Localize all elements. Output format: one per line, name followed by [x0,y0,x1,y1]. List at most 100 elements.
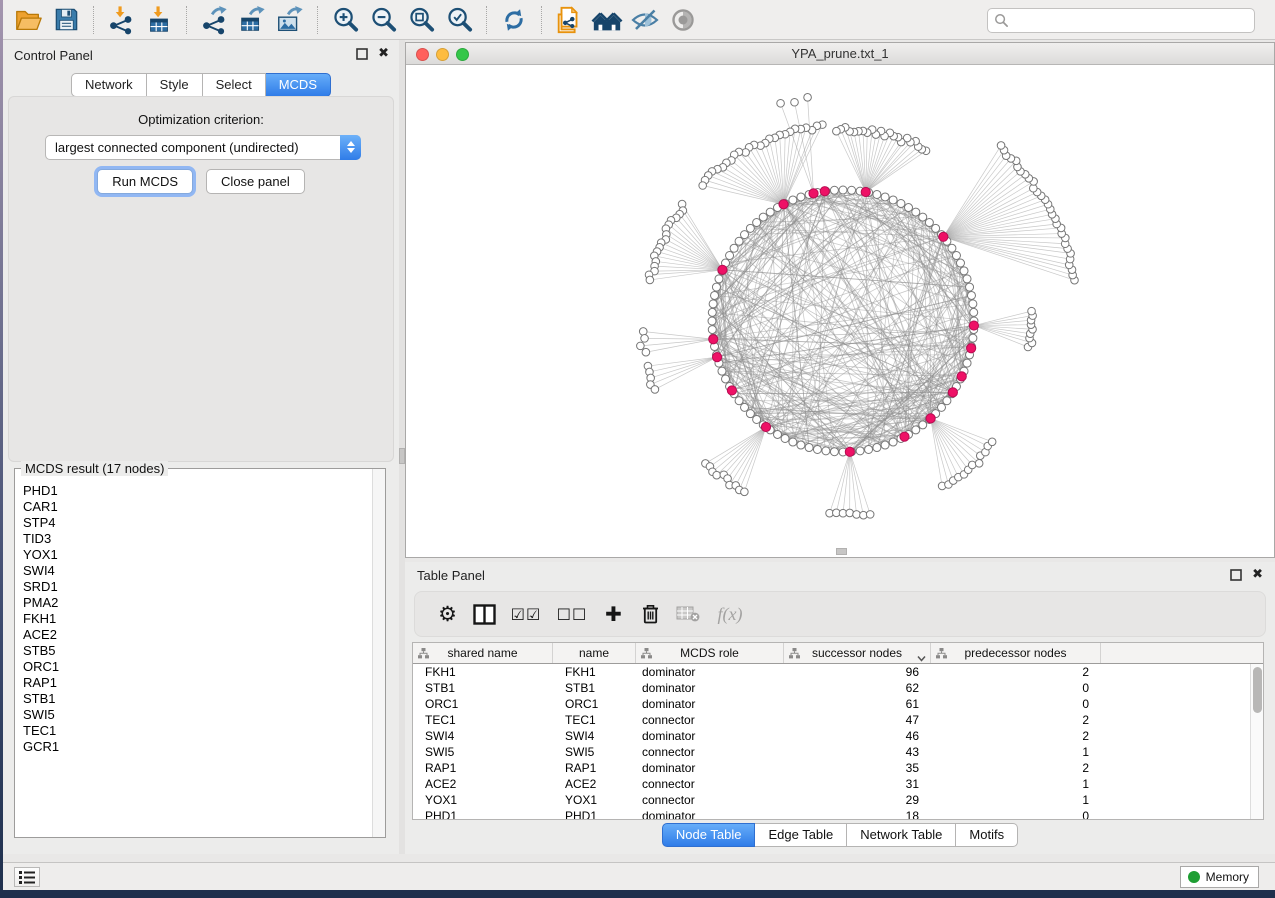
zoom-out-icon[interactable] [364,3,402,37]
mcds-result-item[interactable]: SRD1 [23,579,372,595]
column-header-MCDS-role[interactable]: MCDS role [636,643,784,663]
zoom-in-icon[interactable] [326,3,364,37]
cell-mcds_role: dominator [636,808,784,819]
delete-table-icon[interactable] [669,595,706,633]
sort-chevron-icon [917,651,924,658]
table-row-YOX1[interactable]: YOX1YOX1connector291 [413,792,1250,808]
column-header-predecessor-nodes[interactable]: predecessor nodes [931,643,1101,663]
network-canvas[interactable] [406,65,1274,557]
mcds-result-item[interactable]: CAR1 [23,499,372,515]
cell-successor_nodes: 29 [784,792,931,808]
table-row-SWI5[interactable]: SWI5SWI5connector431 [413,744,1250,760]
mcds-result-item[interactable]: PHD1 [23,483,372,499]
table-scrollbar[interactable] [1250,664,1263,819]
cell-name: PHD1 [553,808,636,819]
open-session-icon[interactable] [9,3,47,37]
tab-node-table[interactable]: Node Table [662,823,756,847]
mcds-result-item[interactable]: ORC1 [23,659,372,675]
search-field[interactable] [987,8,1255,33]
column-layout-icon[interactable] [466,595,503,633]
import-network-icon[interactable] [102,3,140,37]
mcds-result-list[interactable]: PHD1CAR1STP4TID3YOX1SWI4SRD1PMA2FKH1ACE2… [15,473,372,837]
tab-mcds[interactable]: MCDS [266,73,331,97]
table-row-ACE2[interactable]: ACE2ACE2connector311 [413,776,1250,792]
mcds-result-item[interactable]: TEC1 [23,723,372,739]
export-image-icon[interactable] [271,3,309,37]
import-table-icon[interactable] [140,3,178,37]
tab-select[interactable]: Select [203,73,266,97]
toolbar-separator [486,6,487,34]
first-neighbors-icon[interactable] [588,3,626,37]
float-table-panel-icon[interactable] [1230,569,1242,581]
column-header-shared-name[interactable]: shared name [413,643,553,663]
table-row-FKH1[interactable]: FKH1FKH1dominator962 [413,664,1250,680]
close-table-panel-icon[interactable]: ✖ [1252,568,1263,581]
mcds-result-item[interactable]: STP4 [23,515,372,531]
refresh-view-icon[interactable] [495,3,533,37]
run-mcds-button[interactable]: Run MCDS [97,169,193,194]
export-table-icon[interactable] [233,3,271,37]
cell-name: TEC1 [553,712,636,728]
function-builder-icon[interactable]: f(x) [706,595,754,633]
table-row-PHD1[interactable]: PHD1PHD1dominator180 [413,808,1250,819]
mcds-result-item[interactable]: FKH1 [23,611,372,627]
cell-successor_nodes: 62 [784,680,931,696]
new-network-from-selection-icon[interactable] [550,3,588,37]
delete-column-icon[interactable] [632,595,669,633]
mcds-result-item[interactable]: SWI4 [23,563,372,579]
export-network-icon[interactable] [195,3,233,37]
scrollbar-thumb[interactable] [1253,667,1262,713]
mcds-result-item[interactable]: STB1 [23,691,372,707]
table-row-RAP1[interactable]: RAP1RAP1dominator352 [413,760,1250,776]
add-column-icon[interactable]: ✚ [595,595,632,633]
mcds-result-item[interactable]: YOX1 [23,547,372,563]
mcds-result-item[interactable]: RAP1 [23,675,372,691]
tab-network-table[interactable]: Network Table [847,823,956,847]
mcds-result-item[interactable]: PMA2 [23,595,372,611]
tab-style[interactable]: Style [147,73,203,97]
table-settings-icon[interactable]: ⚙ [429,595,466,633]
optimization-criterion-select[interactable]: largest connected component (undirected) [45,135,361,160]
mcds-result-item[interactable]: STB5 [23,643,372,659]
toolbar-separator [541,6,542,34]
table-row-TEC1[interactable]: TEC1TEC1connector472 [413,712,1250,728]
hide-selected-icon[interactable] [626,3,664,37]
close-panel-button[interactable]: Close panel [206,169,305,194]
search-input[interactable] [1009,9,1254,32]
cell-mcds_role: dominator [636,680,784,696]
zoom-selected-icon[interactable] [440,3,478,37]
column-header-successor-nodes[interactable]: successor nodes [784,643,931,663]
tab-motifs[interactable]: Motifs [956,823,1018,847]
toolbar-separator [186,6,187,34]
mcds-panel: Optimization criterion: largest connecte… [8,96,394,462]
mcds-result-item[interactable]: TID3 [23,531,372,547]
task-history-button[interactable] [14,867,40,887]
column-label: name [579,646,609,660]
table-row-SWI4[interactable]: SWI4SWI4dominator462 [413,728,1250,744]
deselect-all-rows-icon[interactable]: ☐☐ [549,595,595,633]
table-row-ORC1[interactable]: ORC1ORC1dominator610 [413,696,1250,712]
cell-shared_name: ACE2 [413,776,553,792]
zoom-fit-icon[interactable] [402,3,440,37]
float-panel-icon[interactable] [356,48,368,60]
save-session-icon[interactable] [47,3,85,37]
mcds-list-scrollbar[interactable] [372,469,385,837]
show-all-icon[interactable] [664,3,702,37]
mcds-result-group: MCDS result (17 nodes) PHD1CAR1STP4TID3Y… [14,468,386,838]
desktop-wallpaper: Control Panel ✖ NetworkStyleSelectMCDS O… [0,0,1275,898]
tab-edge-table[interactable]: Edge Table [755,823,847,847]
cell-name: RAP1 [553,760,636,776]
tab-network[interactable]: Network [71,73,147,97]
close-panel-icon[interactable]: ✖ [378,47,389,60]
cell-shared_name: YOX1 [413,792,553,808]
network-window-titlebar[interactable]: YPA_prune.txt_1 [406,43,1274,65]
select-all-rows-icon[interactable]: ☑☑ [503,595,549,633]
horizontal-splitter-grip[interactable] [836,548,847,555]
mcds-result-item[interactable]: ACE2 [23,627,372,643]
table-row-STB1[interactable]: STB1STB1dominator620 [413,680,1250,696]
mcds-result-item[interactable]: GCR1 [23,739,372,755]
cell-predecessor_nodes: 0 [931,808,1101,819]
memory-button[interactable]: Memory [1180,866,1259,888]
column-header-name[interactable]: name [553,643,636,663]
mcds-result-item[interactable]: SWI5 [23,707,372,723]
